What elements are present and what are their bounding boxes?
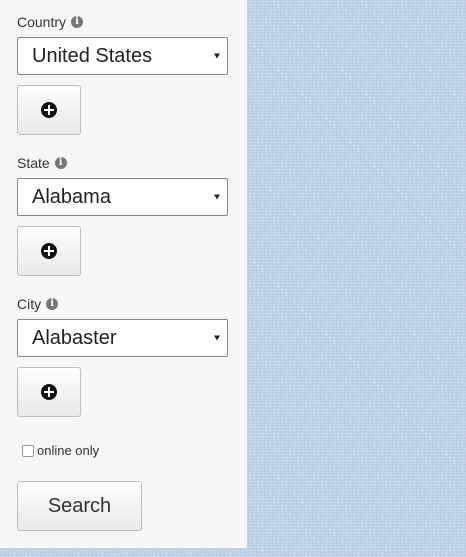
search-button-label: Search: [47, 494, 112, 517]
city-select[interactable]: Alabaster: [17, 319, 228, 357]
city-select-value: Alabaster: [32, 326, 117, 349]
city-label-text: City: [17, 296, 42, 312]
country-select[interactable]: United States: [17, 37, 228, 75]
online-only-option[interactable]: online only: [22, 443, 99, 458]
add-country-button[interactable]: [17, 85, 81, 135]
online-only-checkbox[interactable]: [22, 444, 34, 457]
add-state-button[interactable]: [17, 226, 81, 276]
caret-down-icon: [214, 53, 220, 59]
country-select-value: United States: [32, 44, 153, 67]
add-city-button[interactable]: [17, 367, 81, 417]
state-label-text: State: [17, 155, 50, 171]
plus-circle-icon: [41, 384, 57, 400]
country-label: Country i: [17, 13, 84, 31]
country-label-text: Country: [17, 14, 67, 30]
state-select[interactable]: Alabama: [17, 178, 228, 216]
plus-circle-icon: [41, 243, 57, 259]
city-info-icon[interactable]: i: [46, 298, 59, 310]
search-button[interactable]: Search: [17, 481, 142, 531]
filter-panel: Country i United States State i Alabama …: [0, 0, 248, 549]
caret-down-icon: [214, 335, 220, 341]
state-select-value: Alabama: [32, 185, 111, 208]
city-label: City i: [17, 295, 59, 313]
online-only-label[interactable]: online only: [37, 443, 99, 458]
state-info-icon[interactable]: i: [54, 157, 67, 169]
caret-down-icon: [214, 194, 220, 200]
state-label: State i: [17, 154, 67, 172]
plus-circle-icon: [41, 102, 57, 118]
country-info-icon[interactable]: i: [71, 16, 84, 28]
